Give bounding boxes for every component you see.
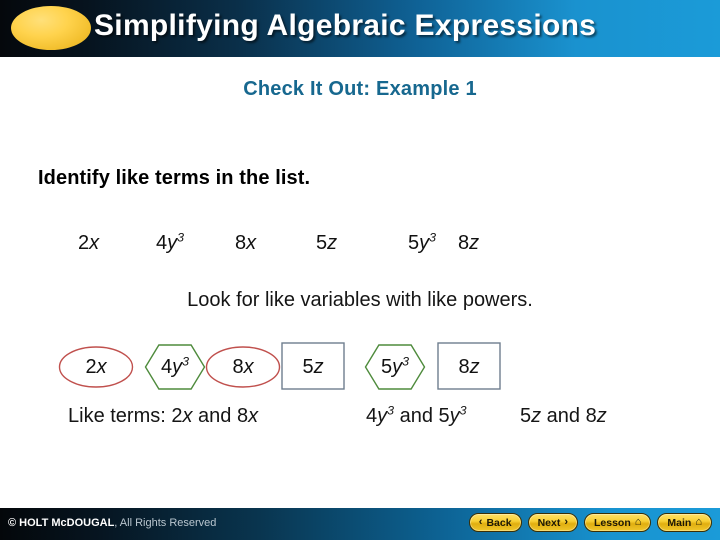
slide-content: Check It Out: Example 1 Identify like te… — [0, 57, 720, 495]
nav-button-label: Lesson — [594, 516, 631, 529]
copyright-brand: © HOLT McDOUGAL — [8, 517, 115, 529]
term-list: 2x 4y3 8x 5z 5y3 8z — [78, 230, 638, 264]
term-5: 5y3 — [408, 230, 437, 254]
solution-hint: Look for like variables with like powers… — [187, 289, 533, 311]
page-title: Simplifying Algebraic Expressions — [94, 9, 597, 42]
grouped-term-label: 5y3 — [380, 353, 410, 378]
back-button[interactable]: ‹ Back — [468, 513, 522, 532]
grouped-term-5: 5y3 — [364, 340, 426, 394]
next-button[interactable]: Next › — [527, 513, 578, 532]
like-terms-pair-2: 4y3 and 5y3 — [366, 403, 467, 427]
like-terms-pair-1: Like terms: 2x and 8x — [68, 405, 259, 427]
chevron-left-icon: ‹ — [478, 516, 483, 528]
grouped-term-2: 4y3 — [144, 340, 206, 394]
grouped-term-6: 8z — [437, 340, 501, 394]
slide-subtitle: Check It Out: Example 1 — [243, 78, 477, 100]
slide-footer: © HOLT McDOUGAL, All Rights Reserved ‹ Ba… — [0, 508, 720, 540]
grouped-term-label: 8z — [458, 355, 480, 378]
nav-button-label: Back — [486, 516, 512, 529]
main-button[interactable]: Main ⌂ — [657, 513, 712, 532]
grouped-term-3: 8x — [205, 340, 281, 394]
nav-button-label: Main — [667, 516, 692, 529]
lesson-button[interactable]: Lesson ⌂ — [584, 513, 652, 532]
term-2: 4y3 — [156, 230, 185, 254]
grouped-term-4: 5z — [281, 340, 345, 394]
copyright-rights: , All Rights Reserved — [114, 517, 217, 529]
gold-ellipse-icon — [11, 6, 91, 50]
like-terms-pair-3: 5z and 8z — [520, 405, 607, 427]
grouped-term-label: 4y3 — [160, 353, 190, 378]
term-6: 8z — [458, 232, 480, 254]
grouped-term-list: 2x 4y3 8x 5z 5y3 8z — [0, 340, 720, 400]
home-icon: ⌂ — [695, 516, 702, 528]
exercise-prompt: Identify like terms in the list. — [38, 167, 311, 189]
grouped-term-label: 8x — [232, 355, 254, 378]
term-3: 8x — [235, 232, 257, 254]
grouped-term-label: 2x — [85, 355, 107, 378]
term-1: 2x — [78, 232, 100, 254]
copyright-notice: © HOLT McDOUGAL, All Rights Reserved — [8, 517, 216, 529]
grouped-term-label: 5z — [302, 355, 324, 378]
slide-header: Simplifying Algebraic Expressions — [0, 0, 720, 57]
term-4: 5z — [316, 232, 338, 254]
nav-button-label: Next — [537, 516, 561, 529]
like-terms-answer-row: Like terms: 2x and 8x 4y3 and 5y3 5z and 8… — [0, 403, 720, 435]
chevron-right-icon: › — [564, 516, 568, 528]
navigation-buttons: ‹ Back Next › Lesson ⌂ Main ⌂ — [468, 513, 712, 532]
grouped-term-1: 2x — [58, 340, 134, 394]
home-icon: ⌂ — [634, 516, 642, 528]
